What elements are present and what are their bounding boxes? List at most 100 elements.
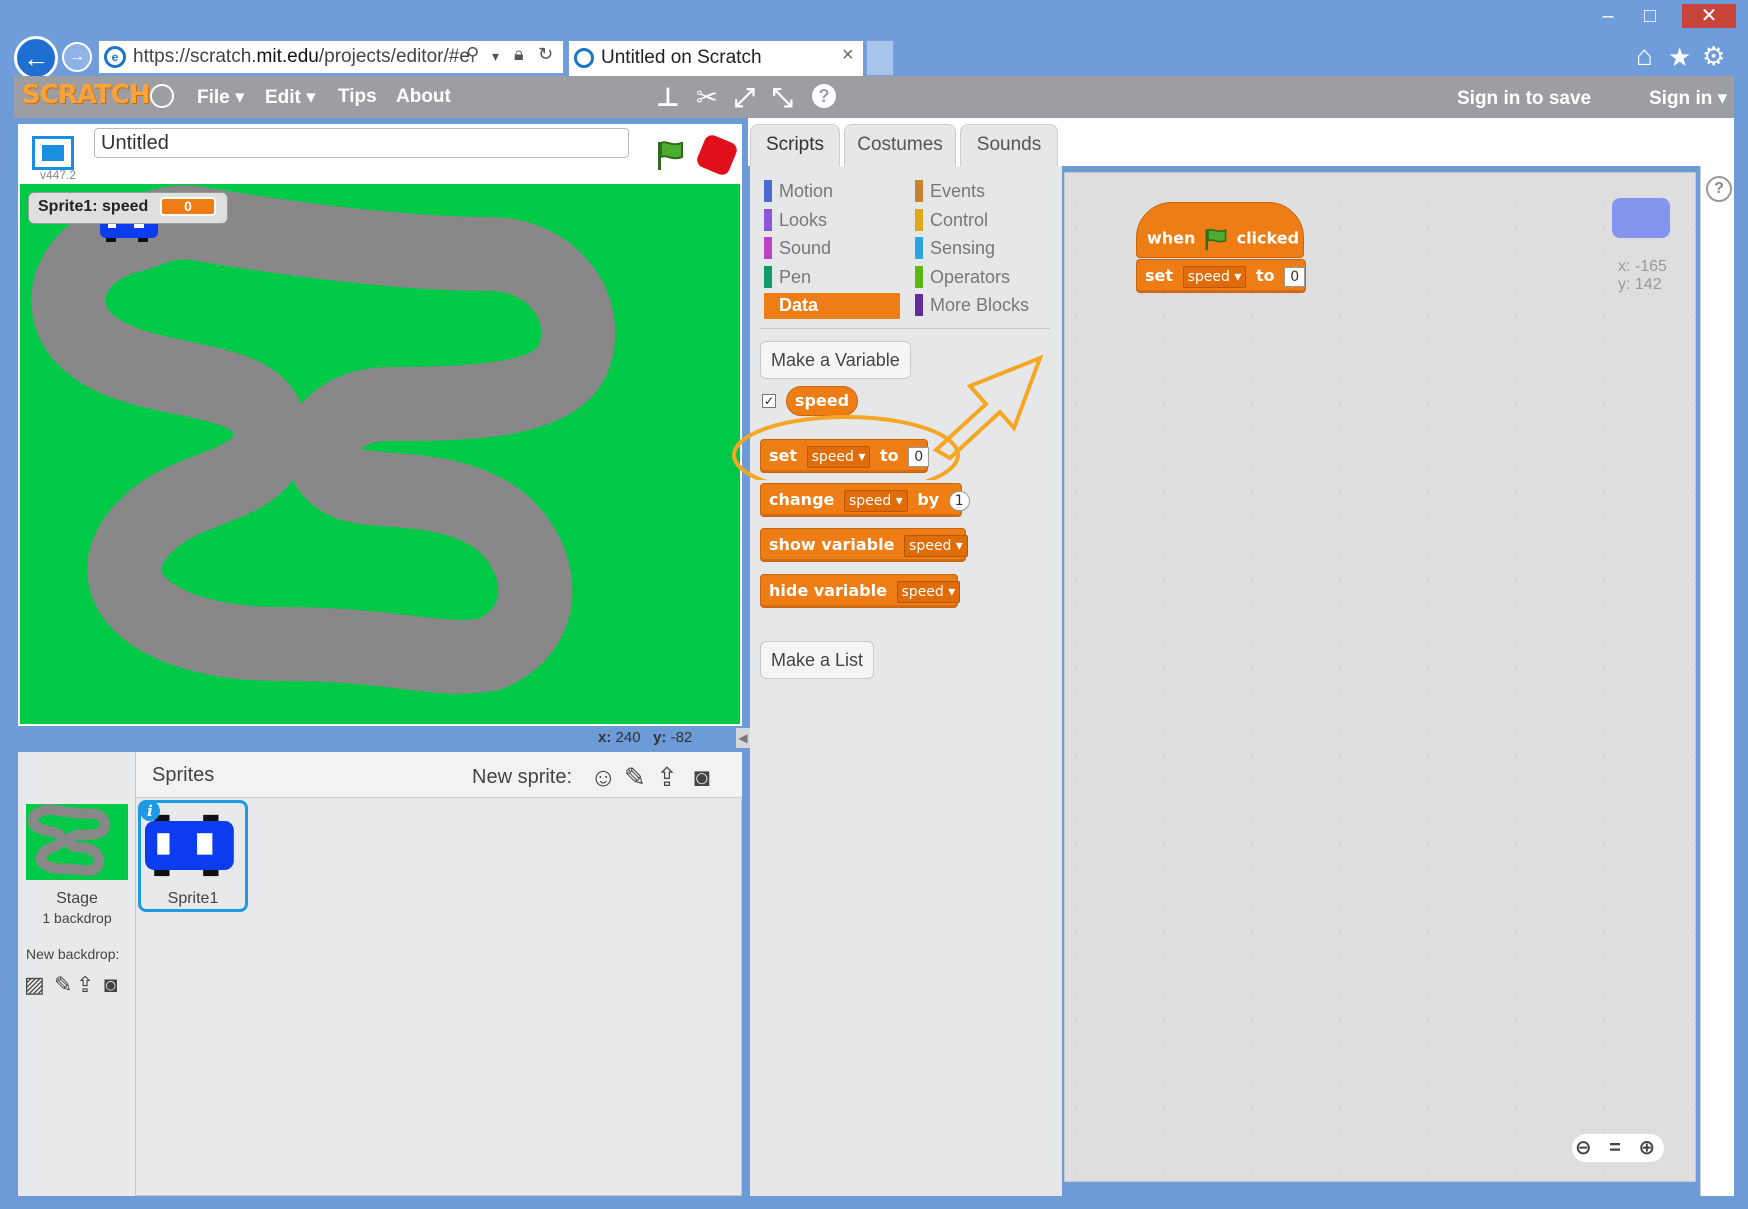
category-data[interactable]: Data [779, 295, 818, 316]
mouse-x-value: 240 [615, 729, 641, 746]
mouse-y-label: y: [653, 729, 667, 746]
category-sound[interactable]: Sound [779, 238, 831, 259]
change-variable-dropdown[interactable]: speed ▾ [843, 489, 908, 512]
window-close-button[interactable]: ✕ [1682, 4, 1736, 28]
make-variable-button[interactable]: Make a Variable [760, 341, 911, 379]
menu-file[interactable]: File ▾ [197, 86, 245, 109]
category-operators[interactable]: Operators [930, 267, 1010, 288]
change-variable-block[interactable]: change speed ▾ by 1 [760, 483, 970, 517]
set-variable-name: speed [811, 448, 854, 465]
home-icon[interactable]: ⌂ [1636, 40, 1653, 72]
sprite-thumbnail [145, 814, 234, 877]
new-tab-button[interactable] [866, 40, 894, 76]
url-path: /projects/editor/#e [318, 46, 470, 67]
stage-thumbnail[interactable] [26, 804, 128, 880]
scripts-area[interactable] [1064, 172, 1696, 1182]
category-looks-swatch [764, 208, 772, 231]
help-icon[interactable]: ? [812, 84, 836, 108]
language-globe-icon[interactable] [150, 84, 174, 108]
category-looks[interactable]: Looks [779, 210, 827, 231]
script-set-dropdown[interactable]: speed ▾ [1182, 265, 1247, 288]
set-to-keyword: to [879, 446, 899, 465]
variable-reporter[interactable]: speed [786, 386, 858, 416]
category-sound-swatch [764, 237, 772, 259]
sprite-library-icon[interactable]: ☺ [590, 762, 617, 793]
collapse-stage-icon[interactable]: ◀ [736, 728, 750, 748]
mouse-x-label: x: [598, 729, 612, 746]
change-variable-name: speed [848, 492, 892, 509]
script-set-keyword: set [1145, 266, 1174, 285]
green-flag-icon [1205, 228, 1227, 251]
category-more-blocks-swatch [915, 294, 923, 316]
category-control-swatch [915, 208, 923, 231]
category-pen-swatch [764, 265, 772, 288]
hide-variable-block[interactable]: hide variable speed ▾ [760, 574, 961, 608]
forward-button[interactable]: → [62, 42, 92, 72]
stage-canvas[interactable] [20, 184, 740, 724]
star-icon[interactable]: ★ [1668, 42, 1691, 73]
backdrop-library-icon[interactable]: ▨ [24, 972, 45, 998]
show-variable-keyword: show variable [769, 535, 895, 554]
scratch-logo[interactable]: SCRATCH [22, 80, 151, 110]
tab-scripts[interactable]: Scripts [750, 124, 840, 166]
gear-icon[interactable]: ⚙ [1702, 41, 1725, 72]
script-set-value[interactable]: 0 [1284, 266, 1306, 287]
set-value-input[interactable]: 0 [908, 446, 930, 467]
browser-tab[interactable]: Untitled on Scratch [568, 40, 864, 76]
sign-in-to-save[interactable]: Sign in to save [1457, 88, 1591, 110]
tab-sounds[interactable]: Sounds [960, 124, 1058, 166]
search-icon[interactable]: ⚲ [466, 44, 479, 65]
category-pen[interactable]: Pen [779, 267, 811, 288]
minimize-button[interactable]: – [1588, 4, 1628, 28]
maximize-button[interactable]: □ [1630, 4, 1670, 28]
variable-checkbox[interactable]: ✓ [762, 394, 776, 408]
backdrop-paint-icon[interactable]: ✎ [54, 972, 72, 998]
race-track [31, 185, 616, 694]
shrink-icon[interactable]: ⤡ [772, 82, 793, 114]
category-control[interactable]: Control [930, 210, 988, 231]
script-set-block[interactable]: set speed ▾ to 0 [1136, 259, 1306, 293]
block-palette [750, 166, 1062, 1196]
backdrop-upload-icon[interactable]: ⇪ [76, 972, 94, 998]
paint-brush-icon[interactable]: ✎ [624, 762, 646, 793]
change-value-input[interactable]: 1 [948, 490, 970, 511]
category-more-blocks[interactable]: More Blocks [930, 295, 1029, 316]
menu-edit[interactable]: Edit ▾ [265, 86, 316, 109]
duplicate-stamp-icon[interactable]: ⊥ [656, 82, 680, 113]
show-variable-block[interactable]: show variable speed ▾ [760, 528, 968, 562]
set-variable-dropdown[interactable]: speed ▾ [806, 445, 871, 468]
upload-icon[interactable]: ⇪ [656, 762, 678, 793]
menu-about[interactable]: About [396, 86, 451, 108]
backdrop-camera-icon[interactable]: ◙ [104, 972, 117, 998]
show-variable-dropdown[interactable]: speed ▾ [904, 534, 968, 557]
refresh-icon[interactable]: ↻ [538, 44, 553, 65]
menu-tips[interactable]: Tips [338, 86, 377, 108]
back-button[interactable]: ← [14, 36, 58, 80]
sign-in-menu[interactable]: Sign in ▾ [1649, 87, 1727, 110]
project-title-input[interactable] [94, 128, 629, 158]
camera-icon[interactable]: ◙ [694, 762, 710, 793]
category-sensing[interactable]: Sensing [930, 238, 995, 259]
tab-favicon-icon [574, 48, 594, 68]
stage-thumbnail-track [27, 804, 111, 876]
tab-close-icon[interactable]: × [842, 44, 854, 67]
hide-variable-keyword: hide variable [769, 581, 887, 600]
dropdown-icon[interactable]: ▾ [492, 48, 499, 65]
category-sensing-swatch [915, 237, 923, 259]
current-sprite-icon [1612, 198, 1670, 238]
make-list-button[interactable]: Make a List [760, 641, 875, 679]
green-flag-button[interactable] [652, 138, 688, 174]
url-prefix: https://scratch. [133, 46, 257, 67]
category-events[interactable]: Events [930, 181, 985, 202]
delete-scissors-icon[interactable]: ✂ [696, 82, 718, 113]
sprites-header [136, 752, 742, 798]
hide-variable-dropdown[interactable]: speed ▾ [896, 580, 961, 603]
set-variable-block[interactable]: set speed ▾ to 0 [760, 439, 930, 473]
zoom-controls[interactable]: ⊖ = ⊕ [1572, 1134, 1664, 1162]
sprite-info-icon[interactable]: i [140, 801, 160, 821]
category-motion[interactable]: Motion [779, 181, 833, 202]
grow-icon[interactable]: ⤢ [734, 82, 755, 114]
when-flag-clicked-block[interactable]: when clicked [1136, 202, 1304, 258]
tips-help-button[interactable]: ? [1706, 176, 1732, 202]
tab-costumes[interactable]: Costumes [844, 124, 956, 166]
